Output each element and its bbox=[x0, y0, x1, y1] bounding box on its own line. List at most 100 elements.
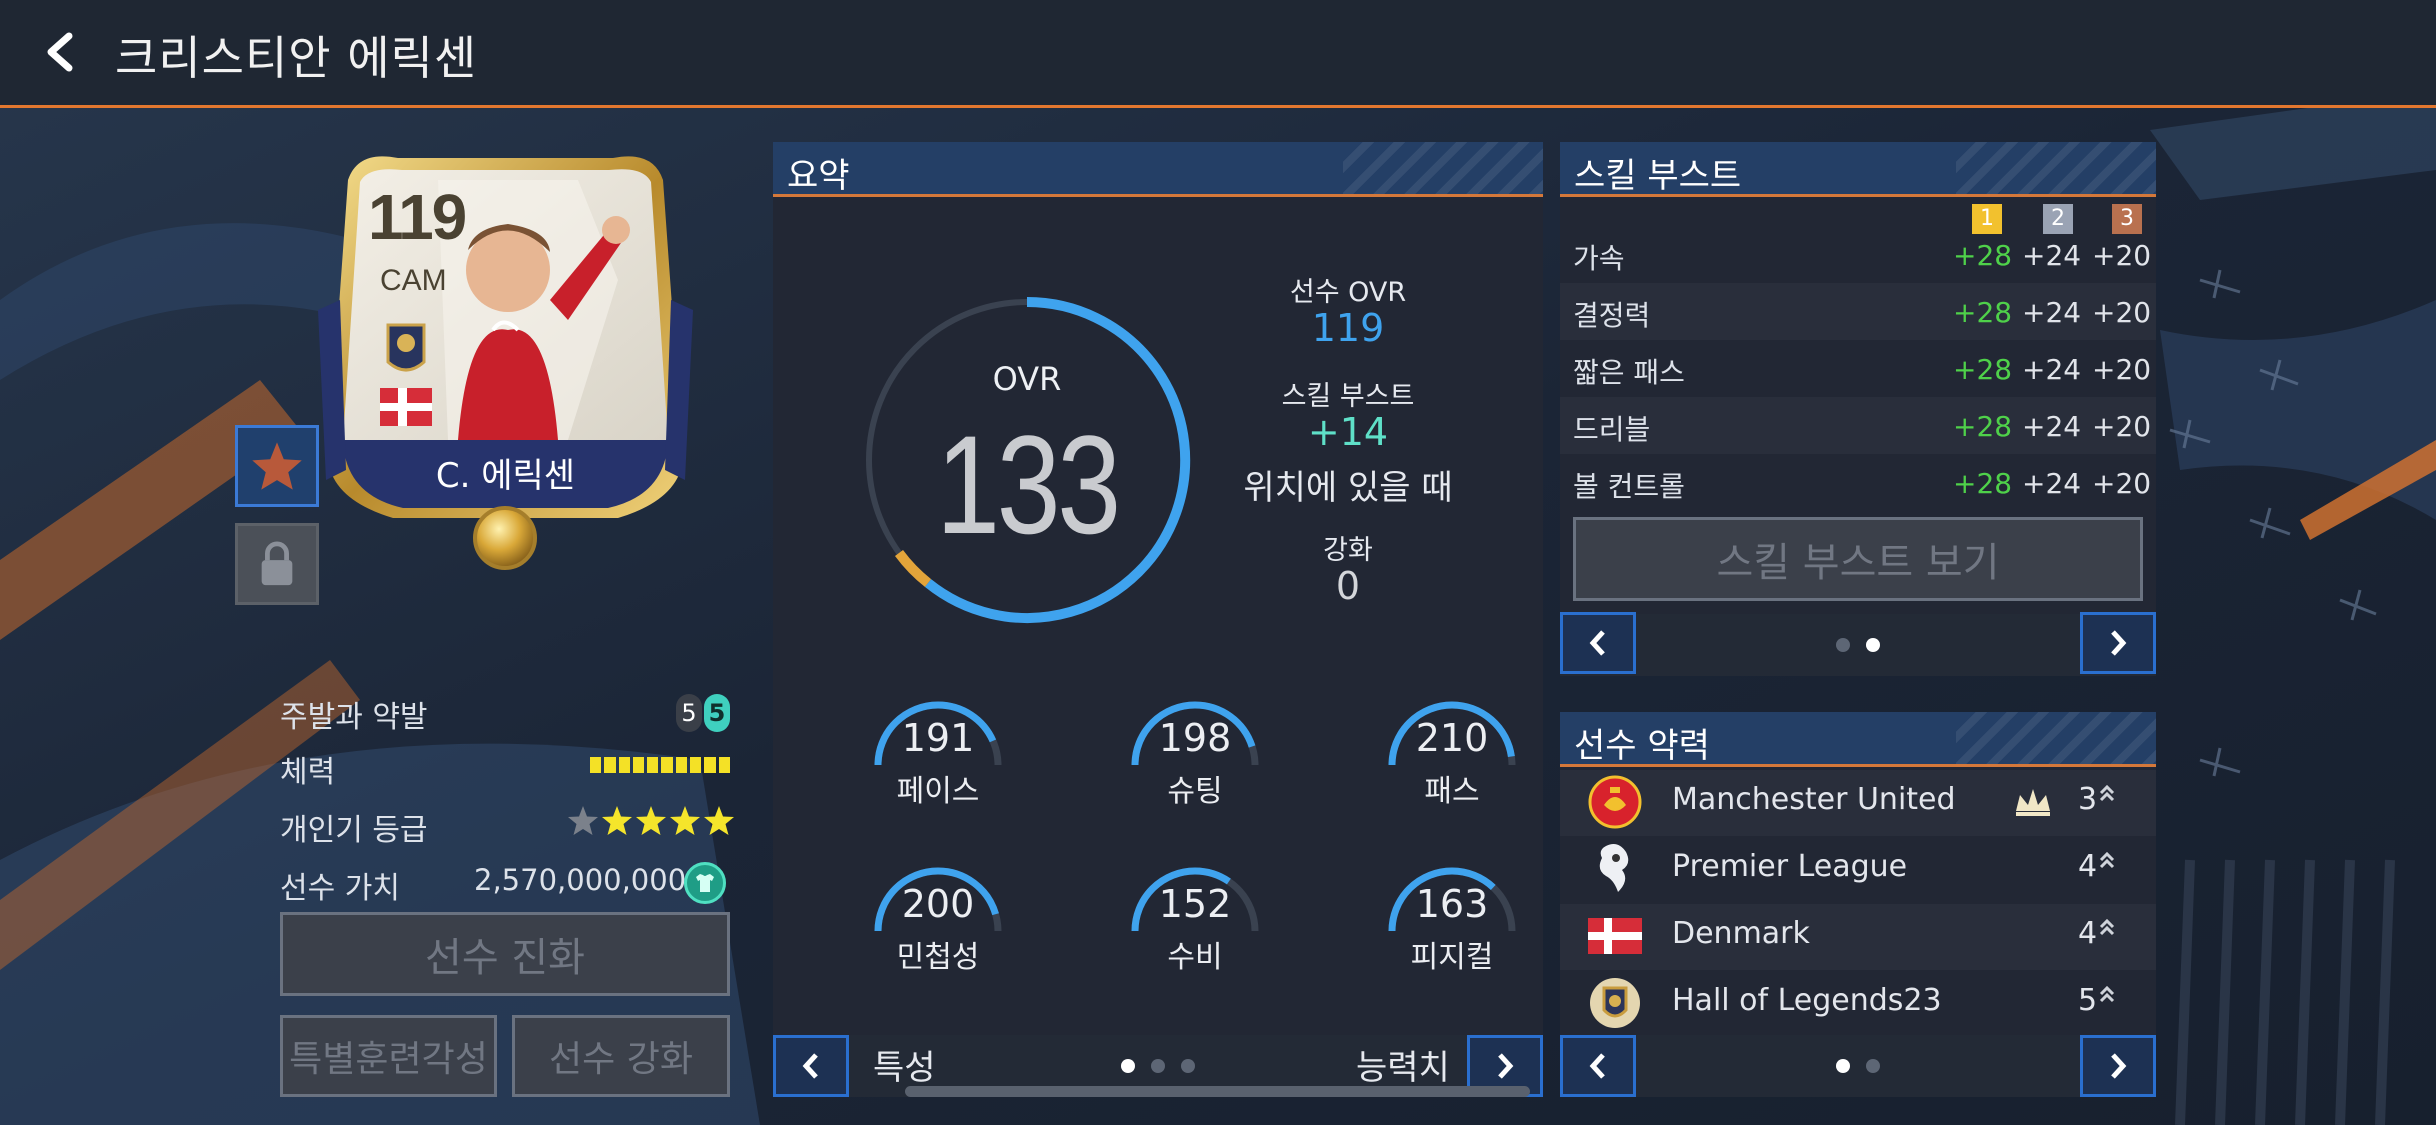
denmark-flag-icon bbox=[1588, 918, 1642, 954]
player-bio-title: 선수 약력 bbox=[1574, 726, 1710, 766]
page-dot bbox=[1866, 1059, 1880, 1073]
skill-boost-row: 드리블 +28 +24 +20 bbox=[1560, 397, 2156, 454]
stat-label: 페이스 bbox=[896, 774, 980, 809]
level-up-icon bbox=[2098, 784, 2116, 804]
summary-prev-button[interactable] bbox=[773, 1035, 849, 1097]
summary-header: 요약 bbox=[773, 142, 1543, 197]
stat-value: 210 bbox=[1415, 716, 1489, 760]
stamina-bar bbox=[590, 757, 730, 773]
tier-1-value: +28 bbox=[1953, 467, 2013, 500]
skill-boost-row: 가속 +28 +24 +20 bbox=[1560, 226, 2156, 283]
summary-nav-right-label: 능력치 bbox=[1356, 1048, 1450, 1088]
player-card[interactable]: 119 CAM C. 에릭센 bbox=[318, 140, 693, 570]
chevron-right-icon bbox=[2111, 630, 2127, 656]
bio-prev-button[interactable] bbox=[1560, 1035, 1636, 1097]
tier-2-value: +24 bbox=[2022, 353, 2082, 386]
stat-value: 152 bbox=[1158, 882, 1232, 926]
favorite-button[interactable] bbox=[235, 425, 319, 507]
stat-gauge: 210 패스 bbox=[1377, 690, 1527, 820]
skill-boost-prev-button[interactable] bbox=[1560, 612, 1636, 674]
chevron-right-icon bbox=[2111, 1053, 2127, 1079]
card-position: CAM bbox=[380, 264, 447, 297]
stat-label: 패스 bbox=[1424, 774, 1480, 809]
bio-name: Premier League bbox=[1672, 849, 1908, 884]
foot-left-badge: 5 bbox=[676, 694, 702, 732]
tier-3-value: +20 bbox=[2092, 410, 2152, 443]
crown-icon bbox=[2016, 789, 2050, 816]
tier-2-value: +24 bbox=[2022, 296, 2082, 329]
tier-1-value: +28 bbox=[1953, 296, 2013, 329]
page-dot bbox=[1181, 1059, 1195, 1073]
level-up-icon bbox=[2098, 851, 2116, 871]
foot-label: 주발과 약발 bbox=[280, 700, 428, 735]
stat-gauge: 152 수비 bbox=[1120, 856, 1270, 986]
tier-1-value: +28 bbox=[1953, 353, 2013, 386]
chevron-left-icon bbox=[1589, 1053, 1605, 1079]
tier-3-value: +20 bbox=[2092, 353, 2152, 386]
card-name: C. 에릭센 bbox=[435, 456, 576, 496]
stat-label: 수비 bbox=[1167, 940, 1223, 975]
bio-level: 5 bbox=[2078, 983, 2098, 1018]
chevron-left-icon bbox=[47, 32, 73, 72]
bio-next-button[interactable] bbox=[2080, 1035, 2156, 1097]
evolve-button[interactable]: 선수 진화 bbox=[280, 912, 730, 996]
star-icon bbox=[568, 806, 734, 835]
tier-3-value: +20 bbox=[2092, 239, 2152, 272]
position-note: 위치에 있을 때 bbox=[1243, 468, 1453, 508]
player-bio-footer bbox=[1560, 1035, 2156, 1097]
premier-league-icon bbox=[1599, 844, 1629, 892]
bio-name: Hall of Legends23 bbox=[1672, 983, 1942, 1018]
skill-boost-row: 볼 컨트롤 +28 +24 +20 bbox=[1560, 454, 2156, 511]
stat-value: 198 bbox=[1158, 716, 1232, 760]
page-dot bbox=[1121, 1059, 1135, 1073]
card-ovr: 119 bbox=[368, 181, 467, 253]
player-bio-panel: 선수 약력 Manchester United 3 Premier League 4 D… bbox=[1560, 712, 2156, 1097]
player-bio-header: 선수 약력 bbox=[1560, 712, 2156, 767]
bio-name: Denmark bbox=[1672, 916, 1810, 951]
player-ovr-value: 119 bbox=[1311, 306, 1385, 350]
scrollbar[interactable] bbox=[905, 1086, 1530, 1097]
stat-gauge: 198 슈팅 bbox=[1120, 690, 1270, 820]
ovr-label: OVR bbox=[992, 360, 1062, 398]
bio-name: Manchester United bbox=[1672, 782, 1956, 817]
skill-boost-next-button[interactable] bbox=[2080, 612, 2156, 674]
bio-row[interactable] bbox=[1560, 904, 2156, 970]
enhance-button[interactable]: 선수 강화 bbox=[512, 1015, 730, 1097]
player-value: 2,570,000,000 bbox=[474, 863, 687, 897]
player-ovr-label: 선수 OVR bbox=[1289, 277, 1407, 308]
skill-boost-panel: 스킬 부스트 1 2 3 가속 +28 +24 +20 결정력 +28 +24 +… bbox=[1560, 142, 2156, 676]
bio-level: 4 bbox=[2078, 849, 2098, 884]
tier-1-value: +28 bbox=[1953, 410, 2013, 443]
view-skill-boost-button[interactable]: 스킬 부스트 보기 bbox=[1573, 517, 2143, 601]
summary-nav-left-label: 특성 bbox=[873, 1048, 936, 1088]
summary-title: 요약 bbox=[787, 156, 850, 196]
tier-1-value: +28 bbox=[1953, 239, 2013, 272]
lock-icon bbox=[261, 541, 293, 586]
skill-name: 볼 컨트롤 bbox=[1573, 470, 1685, 503]
chevron-right-icon bbox=[1498, 1053, 1514, 1079]
lock-button[interactable] bbox=[235, 523, 319, 605]
tier-2-value: +24 bbox=[2022, 239, 2082, 272]
skill-boost-title: 스킬 부스트 bbox=[1574, 156, 1742, 196]
tier-2-value: +24 bbox=[2022, 410, 2082, 443]
summary-panel: 요약 OVR 133 선수 OVR 119 스킬 부스트 +14 위치에 있을 … bbox=[773, 142, 1543, 1097]
skill-name: 짧은 패스 bbox=[1573, 356, 1685, 389]
tier-2-value: +24 bbox=[2022, 467, 2082, 500]
stat-label: 피지컬 bbox=[1410, 940, 1494, 975]
shirt-coin-icon bbox=[684, 862, 726, 904]
stat-value: 163 bbox=[1415, 882, 1489, 926]
skill-boost-row: 짧은 패스 +28 +24 +20 bbox=[1560, 340, 2156, 397]
page-dot bbox=[1836, 1059, 1850, 1073]
value-label: 선수 가치 bbox=[280, 871, 400, 906]
level-up-icon bbox=[2098, 918, 2116, 938]
bio-level: 4 bbox=[2078, 916, 2098, 951]
enhance-value: 0 bbox=[1335, 564, 1361, 608]
skill-boost-row: 결정력 +28 +24 +20 bbox=[1560, 283, 2156, 340]
skill-name: 드리블 bbox=[1573, 413, 1651, 446]
skill-name: 가속 bbox=[1573, 242, 1625, 275]
star-icon bbox=[252, 442, 302, 490]
foot-badges: 5 5 bbox=[676, 694, 732, 732]
back-button[interactable] bbox=[30, 22, 90, 82]
chevron-left-icon bbox=[1589, 630, 1605, 656]
special-training-button[interactable]: 특별훈련각성 bbox=[280, 1015, 497, 1097]
